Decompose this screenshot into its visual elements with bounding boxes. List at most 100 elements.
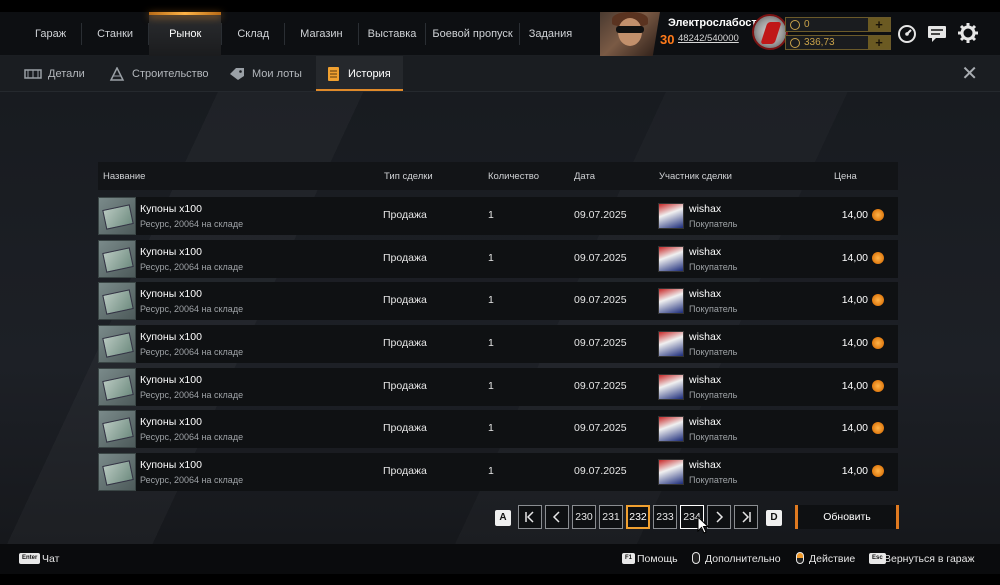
table-row[interactable]: Купоны х100 Ресурс, 20064 на складе Прод… bbox=[98, 367, 898, 406]
nav-item-garage[interactable]: Гараж bbox=[20, 12, 81, 56]
buyer-role: Покупатель bbox=[689, 347, 738, 358]
parts-icon bbox=[24, 68, 42, 79]
tab-parts-label: Детали bbox=[48, 67, 85, 80]
deal-qty: 1 bbox=[488, 294, 494, 307]
page-button[interactable]: 233 bbox=[653, 505, 677, 529]
item-thumbnail bbox=[98, 239, 136, 278]
chat-hint[interactable]: Чат bbox=[42, 553, 59, 565]
coin-icon bbox=[872, 209, 884, 221]
deal-date: 09.07.2025 bbox=[574, 422, 627, 435]
table-row[interactable]: Купоны х100 Ресурс, 20064 на складе Прод… bbox=[98, 325, 898, 364]
page-button[interactable]: 230 bbox=[572, 505, 596, 529]
f1-key-icon: F1 bbox=[622, 553, 636, 564]
column-type-header: Тип сделки bbox=[384, 171, 433, 182]
prev-page-button[interactable] bbox=[545, 505, 569, 529]
nav-item-machines[interactable]: Станки bbox=[82, 12, 148, 56]
buyer-name: wishax bbox=[689, 288, 722, 301]
coin-icon bbox=[872, 251, 884, 264]
deal-type: Продажа bbox=[383, 294, 427, 307]
coin-icon bbox=[872, 294, 884, 307]
deal-type: Продажа bbox=[383, 251, 427, 264]
history-table: Купоны х100 Ресурс, 20064 на складе Прод… bbox=[98, 197, 898, 496]
next-page-button[interactable] bbox=[707, 505, 731, 529]
tab-my-lots[interactable]: Мои лоты bbox=[228, 56, 302, 91]
coin-icon bbox=[872, 337, 884, 350]
first-page-button[interactable] bbox=[518, 505, 542, 529]
clan-emblem-icon[interactable] bbox=[752, 14, 788, 50]
speedometer-icon[interactable] bbox=[896, 22, 918, 44]
coin-icon bbox=[872, 465, 884, 478]
deal-qty: 1 bbox=[488, 337, 494, 350]
action-hint[interactable]: Действие bbox=[809, 553, 855, 565]
close-icon[interactable]: ✕ bbox=[961, 64, 978, 84]
page-button[interactable]: 231 bbox=[599, 505, 623, 529]
deal-type: Продажа bbox=[383, 337, 427, 350]
history-panel: Название Тип сделки Количество Дата Учас… bbox=[0, 92, 1000, 544]
table-row[interactable]: Купоны х100 Ресурс, 20064 на складе Прод… bbox=[98, 239, 898, 278]
deal-date: 09.07.2025 bbox=[574, 209, 627, 221]
buyer-role: Покупатель bbox=[689, 304, 738, 315]
main-nav: Гараж Станки Рынок Склад Магазин Выставк… bbox=[20, 12, 581, 56]
messages-icon[interactable] bbox=[926, 22, 948, 44]
add-coupons-button[interactable]: + bbox=[868, 18, 890, 31]
deal-date: 09.07.2025 bbox=[574, 251, 627, 264]
buyer-role: Покупатель bbox=[689, 219, 738, 229]
last-page-icon bbox=[742, 511, 751, 523]
market-subtabs: Детали Строительство Мои лоты История ✕ bbox=[0, 56, 1000, 92]
player-xp: 48242/540000 bbox=[678, 33, 739, 44]
item-thumbnail bbox=[98, 453, 136, 492]
item-thumbnail bbox=[98, 325, 136, 364]
buyer-role: Покупатель bbox=[689, 389, 738, 400]
buyer-name: wishax bbox=[689, 416, 722, 429]
buyer-avatar bbox=[658, 331, 684, 358]
history-log-icon bbox=[328, 66, 339, 81]
buyer-name: wishax bbox=[689, 331, 722, 344]
table-header: Название Тип сделки Количество Дата Учас… bbox=[98, 162, 898, 190]
deal-date: 09.07.2025 bbox=[574, 465, 627, 478]
deal-price: 14,00 bbox=[841, 465, 868, 478]
mouse-left-icon bbox=[796, 552, 804, 564]
nav-item-battle-pass[interactable]: Боевой пропуск bbox=[426, 12, 518, 56]
table-row[interactable]: Купоны х100 Ресурс, 20064 на складе Прод… bbox=[98, 197, 898, 235]
buyer-avatar bbox=[658, 416, 684, 443]
deal-price: 14,00 bbox=[841, 251, 868, 264]
deal-price: 14,00 bbox=[841, 422, 868, 435]
deal-qty: 1 bbox=[488, 465, 494, 478]
item-subtitle: Ресурс, 20064 на складе bbox=[140, 475, 244, 486]
deal-price: 14,00 bbox=[841, 209, 868, 221]
tab-history[interactable]: История bbox=[316, 56, 403, 91]
column-name-header: Название bbox=[103, 171, 146, 182]
column-price-header: Цена bbox=[834, 171, 857, 182]
deal-date: 09.07.2025 bbox=[574, 294, 627, 307]
item-thumbnail bbox=[98, 197, 136, 235]
last-page-button[interactable] bbox=[734, 505, 758, 529]
settings-gear-icon[interactable] bbox=[957, 22, 979, 44]
current-page-button[interactable]: 232 bbox=[626, 505, 650, 529]
nav-item-quests[interactable]: Задания bbox=[520, 12, 581, 56]
coin-icon bbox=[872, 422, 884, 435]
tab-parts[interactable]: Детали bbox=[24, 56, 85, 91]
item-thumbnail bbox=[98, 282, 136, 321]
column-participant-header: Участник сделки bbox=[659, 171, 732, 182]
add-crowns-button[interactable]: + bbox=[868, 36, 890, 49]
table-row[interactable]: Купоны х100 Ресурс, 20064 на складе Прод… bbox=[98, 282, 898, 321]
buyer-avatar bbox=[658, 459, 684, 486]
buyer-avatar bbox=[658, 203, 684, 229]
table-row[interactable]: Купоны х100 Ресурс, 20064 на складе Прод… bbox=[98, 453, 898, 492]
currency-coupons: 0 + bbox=[785, 17, 891, 32]
player-avatar[interactable] bbox=[600, 12, 660, 56]
key-hint-next: D bbox=[766, 510, 782, 526]
refresh-button[interactable]: Обновить bbox=[795, 505, 899, 529]
nav-item-market[interactable]: Рынок bbox=[149, 12, 222, 56]
more-hint[interactable]: Дополнительно bbox=[705, 553, 781, 565]
nav-item-exhibition[interactable]: Выставка bbox=[359, 12, 426, 56]
tag-icon bbox=[230, 67, 244, 80]
enter-key-icon: Enter bbox=[19, 553, 41, 564]
back-to-garage-hint[interactable]: Вернуться в гараж bbox=[884, 553, 975, 565]
help-hint[interactable]: Помощь bbox=[637, 553, 678, 565]
nav-item-shop[interactable]: Магазин bbox=[285, 12, 357, 56]
nav-item-warehouse[interactable]: Склад bbox=[222, 12, 284, 56]
player-panel[interactable]: Электрослабость 30 48242/540000 bbox=[600, 12, 790, 56]
table-row[interactable]: Купоны х100 Ресурс, 20064 на складе Прод… bbox=[98, 410, 898, 449]
tab-construction[interactable]: Строительство bbox=[108, 56, 209, 91]
